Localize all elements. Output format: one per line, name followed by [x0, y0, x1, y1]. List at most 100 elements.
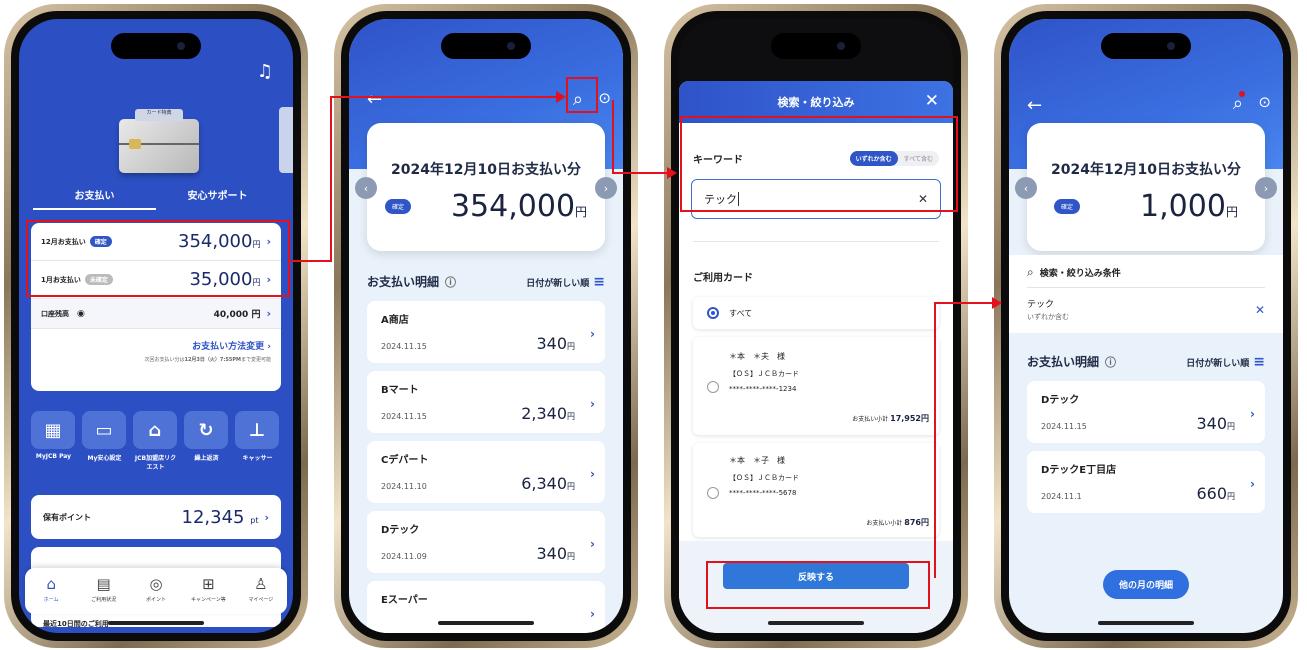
shortcut-label: キャッサー: [242, 455, 273, 462]
list-item[interactable]: Dテック 2024.11.09 340円 ›: [367, 511, 605, 573]
shortcut-label: MyJCB Pay: [35, 453, 72, 460]
item-amount: 2,340: [521, 404, 567, 423]
filter-title: 検索・絞り込み条件: [1039, 269, 1121, 279]
search-icon: ⌕: [1027, 265, 1034, 279]
list-item[interactable]: Cデパート 2024.11.10 6,340円 ›: [367, 441, 605, 503]
nav-points[interactable]: ◎ ポイント: [130, 568, 182, 614]
connector-line: [934, 302, 936, 578]
close-icon[interactable]: ✕: [925, 91, 939, 111]
back-arrow-icon[interactable]: ←: [1027, 97, 1042, 115]
item-date: 2024.11.1: [1041, 492, 1082, 501]
shortcut-label: My安心設定: [87, 455, 122, 462]
list-item[interactable]: A商店 2024.11.15 340円 ›: [367, 301, 605, 363]
bottom-nav: ⌂ ホーム ▤ ご利用状況 ◎ ポイント ⊞ キャンペーン等 ♙ マイページ: [25, 568, 287, 614]
highlight-apply-button: [706, 561, 930, 609]
credit-card-image[interactable]: カード特典: [119, 109, 199, 173]
shortcut-myjcb-pay[interactable]: ▦ MyJCB Pay: [31, 411, 76, 471]
list-item[interactable]: DテックE丁目店 2024.11.1 660円 ›: [1027, 451, 1265, 513]
other-months-button[interactable]: 他の月の明細: [1102, 570, 1190, 599]
shortcut-cashing[interactable]: ⊥ キャッサー: [235, 411, 280, 471]
shortcut-safety-setting[interactable]: ▭ My安心設定: [82, 411, 127, 471]
radio-selected[interactable]: [707, 307, 719, 319]
list-title: お支払い明細: [367, 275, 440, 289]
phone-search: 検索・絞り込み ✕ キーワード いずれか含む すべて含む テック ✕ ご利用カー…: [664, 4, 968, 648]
filter-header[interactable]: ⌕ 検索・絞り込み条件: [1027, 265, 1265, 280]
item-name: Dテック: [381, 525, 420, 536]
next-card-peek[interactable]: [279, 107, 293, 173]
sort-control[interactable]: 日付が新しい順 ≡: [526, 274, 605, 290]
next-month-button[interactable]: ›: [1255, 177, 1277, 199]
help-icon[interactable]: ⓘ: [1105, 354, 1116, 370]
nav-label: キャンペーン等: [191, 597, 226, 603]
filter-active-dot: [1239, 91, 1245, 97]
unit-label: 円: [1227, 492, 1235, 501]
more-icon[interactable]: ⊙: [1258, 95, 1271, 110]
nav-mypage[interactable]: ♙ マイページ: [235, 568, 287, 614]
shortcut-prepayment[interactable]: ↻ 繰上返済: [184, 411, 229, 471]
home-tabs: お支払い 安心サポート: [33, 187, 279, 210]
help-icon[interactable]: ⓘ: [445, 274, 456, 290]
search-icon[interactable]: ⌕: [1233, 95, 1243, 113]
list-item[interactable]: Eスーパー ›: [367, 581, 605, 633]
item-name: Cデパート: [381, 455, 429, 466]
unit-label: 円: [575, 205, 588, 219]
nav-home[interactable]: ⌂ ホーム: [25, 568, 77, 614]
next-month-button[interactable]: ›: [595, 177, 617, 199]
radio-unselected[interactable]: [707, 487, 719, 499]
sort-icon: ≡: [1253, 353, 1265, 370]
more-icon[interactable]: ⊙: [598, 91, 611, 106]
qr-icon: ▦: [31, 411, 75, 449]
sort-control[interactable]: 日付が新しい順 ≡: [1186, 354, 1265, 370]
nav-usage[interactable]: ▤ ご利用状況: [77, 568, 129, 614]
highlight-search-button: [566, 77, 598, 113]
statement-list-header: お支払い明細 ⓘ 日付が新しい順 ≡: [367, 273, 605, 290]
list-item[interactable]: Bマート 2024.11.15 2,340円 ›: [367, 371, 605, 433]
remove-filter-icon[interactable]: ✕: [1255, 303, 1265, 317]
card-number: ****-****-****-5678: [729, 489, 797, 497]
note-date: 12月3日（火）7:55PM: [184, 357, 241, 363]
status-badge: 確定: [1054, 199, 1081, 214]
change-method-link[interactable]: お支払い方法変更 ›: [31, 329, 281, 352]
points-icon: ◎: [149, 575, 163, 593]
card-option-1[interactable]: ＊本 ＊夫 様 【ＯＳ】ＪＣＢカード ****-****-****-1234 お…: [693, 337, 939, 435]
shortcut-icons: ▦ MyJCB Pay ▭ My安心設定 ⌂ JCB加盟店リクエスト ↻ 繰上返済 ⊥ キ…: [31, 411, 293, 471]
back-arrow-icon[interactable]: ←: [367, 91, 382, 109]
bell-icon[interactable]: ♫: [257, 63, 273, 81]
points-amount: 12,345: [181, 506, 245, 528]
prev-month-button[interactable]: ‹: [1015, 177, 1037, 199]
list-item[interactable]: Dテック 2024.11.15 340円 ›: [1027, 381, 1265, 443]
payment-summary-card: 2024年12月10日お支払い分 確定 1,000円: [1027, 123, 1265, 251]
item-amount: 340: [536, 334, 567, 353]
note-suffix: まで変更可能: [240, 357, 271, 363]
card-option-2[interactable]: ＊本 ＊子 様 【ＯＳ】ＪＣＢカード ****-****-****-5678 お…: [693, 443, 939, 537]
points-label: 保有ポイント: [43, 512, 91, 522]
nav-label: マイページ: [248, 597, 274, 603]
dynamic-island: [441, 33, 531, 59]
home-screen: ♫ カード特典 お支払い 安心サポート 12月お支払い 確定 354,000円 …: [19, 19, 293, 633]
item-date: 2024.11.15: [381, 412, 427, 421]
note-prefix: 次回お支払い分は: [144, 357, 185, 363]
radio-unselected[interactable]: [707, 381, 719, 393]
shortcut-merchant-request[interactable]: ⌂ JCB加盟店リクエスト: [133, 411, 178, 471]
subtotal-amount: 17,952円: [890, 414, 929, 423]
tab-payment[interactable]: お支払い: [33, 187, 156, 210]
dynamic-island: [771, 33, 861, 59]
item-amount: 660: [1196, 484, 1227, 503]
card-name: 【ＯＳ】ＪＣＢカード: [729, 474, 799, 482]
highlight-keyword-section: [680, 116, 958, 212]
statement-icon: ▤: [96, 575, 111, 593]
modal-title: 検索・絞り込み: [777, 96, 855, 109]
points-card[interactable]: 保有ポイント 12,345 pt ›: [31, 495, 281, 539]
statement-list-header: お支払い明細 ⓘ 日付が新しい順 ≡: [1027, 353, 1265, 370]
balance-row[interactable]: 口座残高 ◉ 40,000 円 ›: [31, 299, 281, 329]
eye-icon[interactable]: ◉: [77, 309, 85, 319]
nav-campaign[interactable]: ⊞ キャンペーン等: [182, 568, 234, 614]
card-option-all[interactable]: すべて: [693, 297, 939, 329]
item-date: 2024.11.15: [381, 342, 427, 351]
prev-month-button[interactable]: ‹: [355, 177, 377, 199]
tab-safety-support[interactable]: 安心サポート: [156, 187, 279, 210]
sort-label: 日付が新しい順: [1186, 358, 1250, 369]
item-date: 2024.11.10: [381, 482, 427, 491]
arrow-right-icon: [556, 91, 566, 103]
sort-icon: ≡: [593, 273, 605, 290]
